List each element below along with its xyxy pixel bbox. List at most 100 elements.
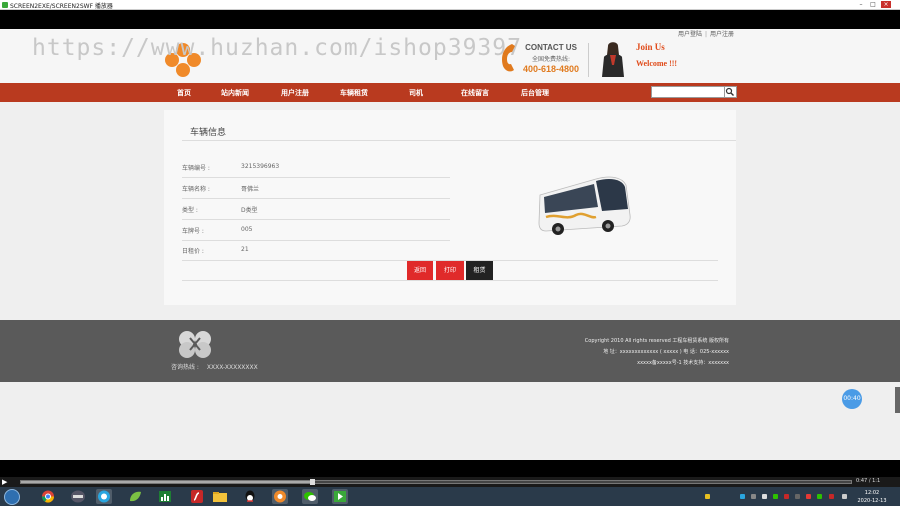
field-value: 哥佛兰: [241, 186, 260, 193]
actions-divider-bottom: [182, 280, 718, 281]
orange-app-icon[interactable]: [272, 489, 288, 504]
maximize-button[interactable]: □: [868, 1, 878, 8]
footer-logo: [179, 331, 211, 358]
start-orb-icon[interactable]: [4, 489, 20, 505]
player-controls: ▶ 0:47 / 1:1: [0, 477, 900, 487]
print-button[interactable]: 打印: [436, 261, 464, 280]
title-divider: [182, 140, 736, 141]
watermark-text: https://www.huzhan.com/ishop39397: [32, 35, 522, 61]
tray-icon[interactable]: [795, 494, 800, 499]
search-input[interactable]: [651, 86, 725, 98]
website-frame: https://www.huzhan.com/ishop39397 用户登陆 | 用…: [0, 29, 900, 460]
hotline-value: XXXX-XXXXXXXX: [206, 364, 258, 371]
minimize-button[interactable]: –: [856, 1, 866, 8]
tray-icon[interactable]: [829, 494, 834, 499]
clock-time: 12:02: [864, 490, 880, 496]
top-black-band: [0, 11, 900, 29]
search-icon: [725, 87, 734, 96]
support-text: xxxxx备xxxxx号-1 技术支持：xxxxxxx: [637, 360, 729, 366]
progress-knob[interactable]: [309, 479, 315, 485]
green-app-icon[interactable]: [127, 489, 143, 504]
field-label: 类型 :: [182, 207, 198, 214]
taskbar-clock[interactable]: 12:02 2020-12-13: [855, 489, 889, 505]
field-label: 车辆编号 :: [182, 165, 210, 172]
nav-driver[interactable]: 司机: [409, 88, 423, 98]
info-row: 车辆编号 : 3215396963: [182, 157, 450, 178]
chart-app-icon[interactable]: [157, 489, 173, 504]
qq-icon[interactable]: [242, 489, 258, 504]
copyright-text: Copyright 2010 All rights reserved 工程车租赁…: [584, 338, 729, 344]
tray-icon[interactable]: [762, 494, 767, 499]
nav-register[interactable]: 用户注册: [281, 88, 309, 98]
join-welcome: Welcome !!!: [636, 59, 678, 68]
search-button[interactable]: [725, 86, 737, 98]
info-row: 车牌号 : 005: [182, 220, 450, 241]
app-icon: [2, 2, 8, 8]
main-nav: 首页 站内新闻 用户注册 车辆租赁 司机 在线留言 后台管理: [0, 83, 900, 102]
close-button[interactable]: ×: [881, 1, 891, 8]
bus-image: [538, 176, 631, 235]
join-title: Join Us: [636, 42, 665, 52]
section-title: 车辆信息: [190, 128, 227, 138]
side-scroll-handle[interactable]: [895, 387, 900, 413]
contact-phone: 400-618-4800: [522, 64, 580, 74]
terminal-icon[interactable]: [70, 489, 86, 504]
progress-track[interactable]: [20, 479, 852, 485]
info-row: 日租价 : 21: [182, 240, 450, 261]
progress-fill: [21, 481, 312, 483]
contact-subtitle: 全国免费热线:: [531, 56, 571, 63]
header-divider: [588, 43, 589, 77]
chrome-icon[interactable]: [40, 489, 56, 504]
tray-icon[interactable]: [784, 494, 789, 499]
tray-icon[interactable]: [817, 494, 822, 499]
tray-icon[interactable]: [705, 494, 710, 499]
nav-rental[interactable]: 车辆租赁: [340, 88, 368, 98]
field-value: D类型: [241, 207, 258, 214]
tray-icon[interactable]: [773, 494, 778, 499]
address-text: 地 址：xxxxxxxxxxxxx ( xxxxx ) 电 话：025-xxxx…: [603, 349, 729, 355]
rent-button[interactable]: 租赁: [466, 261, 493, 280]
back-button[interactable]: 返回: [407, 261, 433, 280]
person-image: [602, 42, 624, 77]
nav-message[interactable]: 在线留言: [461, 88, 489, 98]
top-links: 用户登陆 | 用户注册: [678, 31, 735, 38]
tray-icon[interactable]: [806, 494, 811, 499]
tray-icon[interactable]: [740, 494, 745, 499]
play-icon[interactable]: ▶: [2, 478, 7, 486]
vehicle-info-panel: 车辆信息 车辆编号 : 3215396963 车辆名称 : 哥佛兰 类型 : D…: [164, 110, 736, 305]
field-value: 21: [241, 246, 249, 253]
taskbar: 12:02 2020-12-13: [0, 487, 900, 506]
nav-news[interactable]: 站内新闻: [221, 88, 249, 98]
player-title-bar: SCREEN2EXE/SCREEN2SWF 播放器 – □ ×: [0, 0, 900, 10]
info-row: 车辆名称 : 哥佛兰: [182, 178, 450, 199]
clock-date: 2020-12-13: [857, 498, 887, 504]
field-label: 车辆名称 :: [182, 186, 210, 193]
nav-admin[interactable]: 后台管理: [521, 88, 549, 98]
hotline-label: 咨询热线 :: [171, 364, 199, 371]
bottom-black-band: [0, 460, 900, 477]
wechat-icon[interactable]: [302, 489, 318, 504]
player-time: 0:47 / 1:1: [856, 478, 881, 484]
field-label: 车牌号 :: [182, 228, 204, 235]
qq-browser-icon[interactable]: [96, 489, 112, 504]
info-row: 类型 : D类型: [182, 199, 450, 220]
field-label: 日租价 :: [182, 248, 204, 255]
flash-icon[interactable]: [189, 489, 205, 504]
phone-icon: [502, 44, 515, 72]
contact-block: CONTACT US 全国免费热线: 400-618-4800: [521, 43, 581, 74]
timer-bubble[interactable]: 00:40: [842, 389, 862, 409]
nav-home[interactable]: 首页: [177, 88, 191, 98]
tray-icon[interactable]: [842, 494, 847, 499]
site-header: https://www.huzhan.com/ishop39397 用户登陆 | 用…: [0, 29, 900, 83]
field-value: 005: [241, 226, 253, 233]
screen2exe-icon[interactable]: [332, 489, 348, 504]
contact-title: CONTACT US: [525, 43, 577, 52]
tray-icon[interactable]: [751, 494, 756, 499]
hotline: 咨询热线 : XXXX-XXXXXXXX: [171, 362, 258, 371]
field-value: 3215396963: [241, 163, 280, 170]
join-block: Join Us Welcome !!!: [636, 42, 677, 68]
site-footer: 咨询热线 : XXXX-XXXXXXXX Copyright 2010 All …: [0, 320, 900, 382]
register-link[interactable]: 用户注册: [710, 31, 734, 38]
explorer-icon[interactable]: [212, 489, 228, 504]
login-link[interactable]: 用户登陆: [678, 31, 702, 38]
